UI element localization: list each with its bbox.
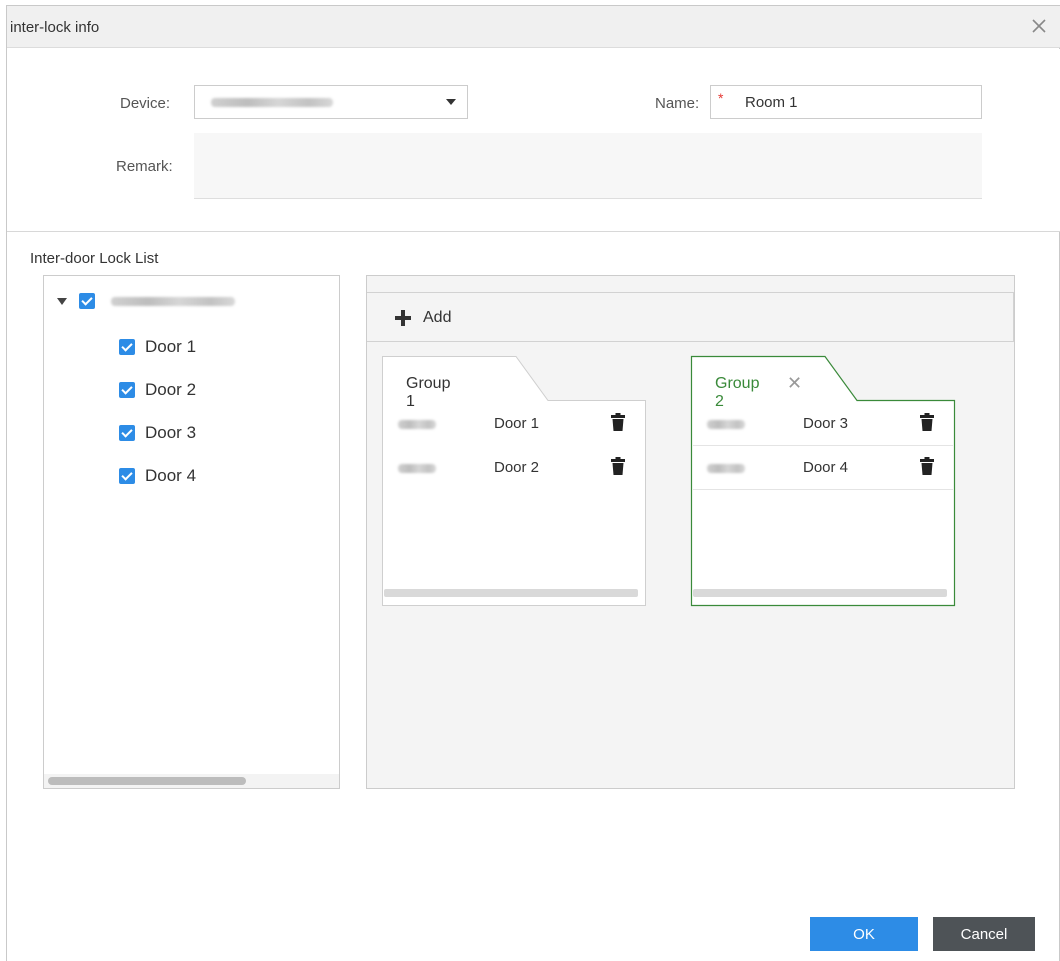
tree-door-row[interactable]: Door 4 <box>119 465 196 487</box>
group-card: Group 1 Door 1 Door 2 <box>382 356 646 606</box>
row-device-obscured <box>398 464 436 473</box>
tree-scrollbar[interactable] <box>44 774 339 788</box>
group-card: Group 2 ✕ Door 3 Door 4 <box>690 355 956 607</box>
door-label: Door 1 <box>145 337 197 356</box>
group-row: Door 3 <box>693 402 953 446</box>
plus-icon <box>395 310 411 326</box>
door-label: Door 3 <box>145 423 197 442</box>
lock-list-title: Inter-door Lock List <box>30 250 159 267</box>
row-door-label: Door 1 <box>494 415 540 432</box>
row-device-obscured <box>707 464 745 473</box>
trash-icon[interactable] <box>611 413 625 431</box>
tree-device-row[interactable] <box>57 290 235 312</box>
cancel-button[interactable]: Cancel <box>933 917 1035 951</box>
dialog-title: inter-lock info <box>10 19 100 36</box>
door-label: Door 2 <box>145 380 197 399</box>
required-mark: * <box>718 90 724 106</box>
add-group-button[interactable]: Add <box>367 292 1014 342</box>
device-select[interactable] <box>194 85 468 119</box>
dialog-title-bar: inter-lock info <box>7 6 1060 48</box>
tree-door-row[interactable]: Door 3 <box>119 422 196 444</box>
form-area: Device: Name: * Room 1 Remark: <box>7 49 1060 232</box>
close-icon[interactable] <box>1028 15 1050 37</box>
name-label: Name: <box>655 95 700 112</box>
name-input[interactable]: * Room 1 <box>710 85 982 119</box>
group-scrollbar[interactable] <box>384 589 638 597</box>
row-divider <box>693 489 953 490</box>
trash-icon[interactable] <box>611 457 625 475</box>
remark-field[interactable] <box>194 133 982 199</box>
group-row: Door 2 <box>384 446 644 490</box>
row-door-label: Door 3 <box>803 415 849 432</box>
name-value: Room 1 <box>745 94 798 111</box>
group-row: Door 4 <box>693 446 953 490</box>
group-row: Door 1 <box>384 402 644 446</box>
trash-icon[interactable] <box>920 413 934 431</box>
row-door-label: Door 4 <box>803 459 849 476</box>
tree-door-row[interactable]: Door 2 <box>119 379 196 401</box>
caret-down-icon[interactable] <box>57 297 67 305</box>
group-scrollbar[interactable] <box>693 589 947 597</box>
tree-door-row[interactable]: Door 1 <box>119 336 196 358</box>
device-value-obscured <box>211 98 333 107</box>
device-name-obscured <box>111 296 235 306</box>
row-device-obscured <box>707 420 745 429</box>
door-label: Door 4 <box>145 466 197 485</box>
add-label: Add <box>423 309 452 326</box>
door-checkbox[interactable] <box>119 425 135 441</box>
device-checkbox[interactable] <box>79 293 95 309</box>
row-door-label: Door 2 <box>494 459 540 476</box>
close-group-icon[interactable]: ✕ <box>787 374 802 392</box>
ok-button[interactable]: OK <box>810 917 918 951</box>
groups-panel: Add Group 1 Door 1 Door 2 Group 2 ✕ Door… <box>366 275 1015 789</box>
device-label: Device: <box>120 95 171 112</box>
door-checkbox[interactable] <box>119 382 135 398</box>
tree-scroll-thumb[interactable] <box>48 777 246 785</box>
chevron-down-icon <box>446 99 456 105</box>
trash-icon[interactable] <box>920 457 934 475</box>
row-device-obscured <box>398 420 436 429</box>
lock-tree-panel: Door 1 Door 2 Door 3 Door 4 <box>43 275 340 789</box>
remark-label: Remark: <box>116 158 173 175</box>
door-checkbox[interactable] <box>119 468 135 484</box>
door-checkbox[interactable] <box>119 339 135 355</box>
